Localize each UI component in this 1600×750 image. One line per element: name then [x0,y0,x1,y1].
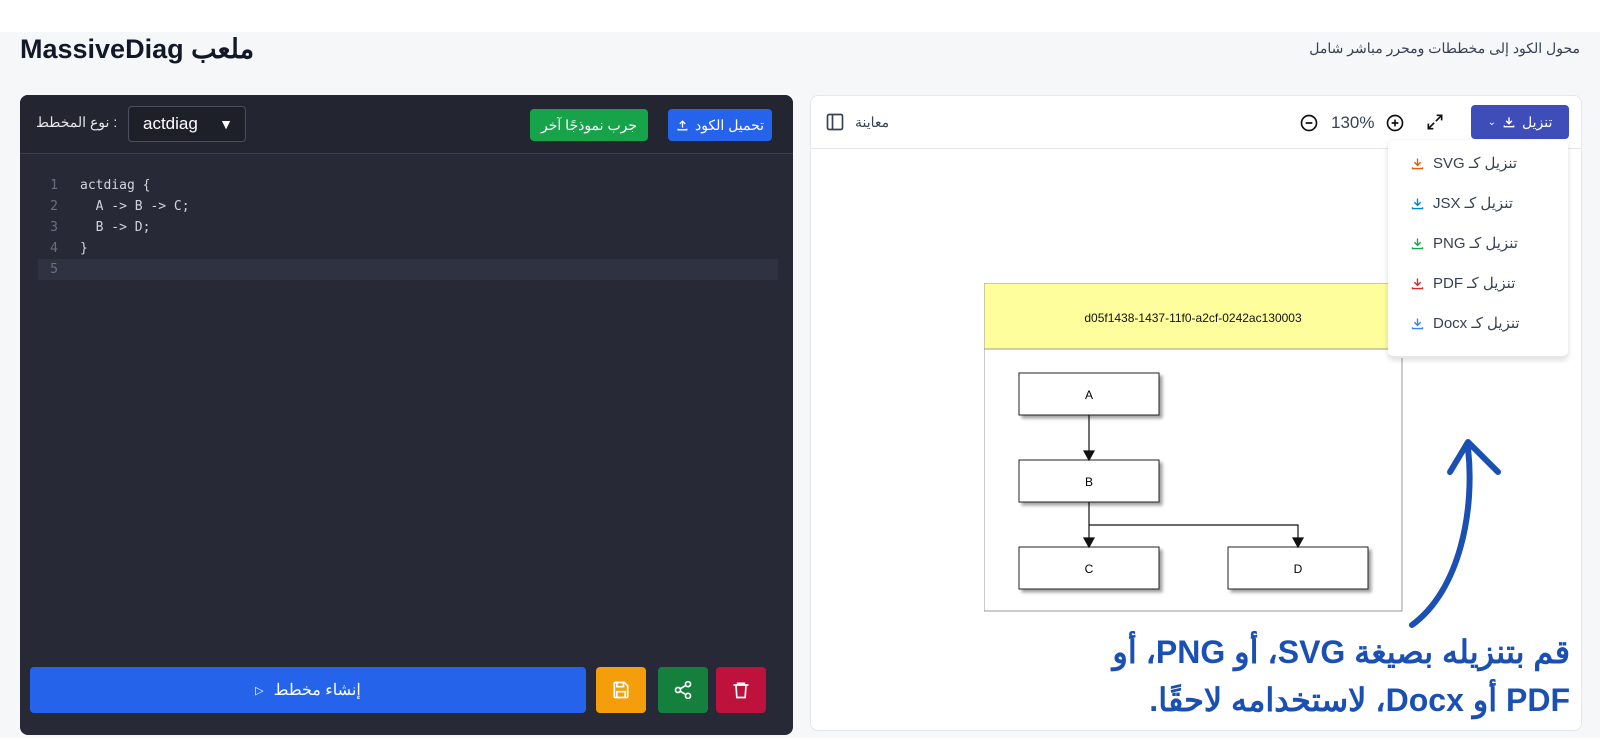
diagram-type-value: actdiag [143,114,198,133]
diagram-node-a: A [1018,372,1160,416]
download-button-label: تنزيل [1522,113,1553,130]
share-icon [674,680,692,700]
annotation-line-1: قم بتنزيله بصيغة SVG، أو PNG، أو [1112,634,1570,670]
zoom-level: 130% [1331,113,1375,132]
generate-diagram-button[interactable]: إنشاء مخطط ▷ [30,667,586,713]
diagram-type-label: : نوع المخطط [36,114,118,130]
save-button[interactable] [596,667,646,713]
download-menu: تنزيل كـ SVG تنزيل كـ JSX تنزيل كـ PNG ت… [1388,140,1568,358]
upload-icon [677,119,688,130]
diagram-node-d: D [1227,546,1369,590]
code-text: actdiag { [80,178,151,193]
code-editor-panel: تحميل الكود جرب نموذجًا آخر actdiag ▼ : … [20,95,793,735]
zoom-out-icon[interactable] [1299,113,1319,133]
app-title: ملعب MassiveDiag [20,34,255,64]
line-number: 2 [50,199,58,214]
editor-toolbar: تحميل الكود جرب نموذجًا آخر actdiag ▼ : … [20,95,793,154]
code-input[interactable]: 1 actdiag { 2 A -> B -> C; 3 B -> D; 4 }… [38,175,778,280]
diagram-node-c: C [1018,546,1160,590]
menu-item-label: تنزيل كـ Docx [1433,315,1520,332]
menu-item-label: تنزيل كـ PDF [1433,275,1516,292]
save-icon [613,681,629,699]
sample-button-label: جرب نموذجًا آخر [541,116,637,133]
diagram-type-select[interactable]: actdiag ▼ [128,106,246,142]
download-icon [1503,117,1515,128]
download-jsx-option[interactable]: تنزيل كـ JSX [1410,194,1513,212]
code-line: 3 B -> D; [38,217,778,238]
code-text: A -> B -> C; [80,199,190,214]
code-text: B -> D; [80,220,151,235]
line-number: 4 [50,241,58,256]
diagram-canvas: d05f1438-1437-11f0-a2cf-0242ac130003 A B… [984,283,1403,612]
chevron-down-icon: ▼ [219,116,233,132]
download-icon [1411,318,1424,329]
code-line: 1 actdiag { [38,175,778,196]
download-icon [1411,238,1424,249]
annotation-text: قم بتنزيله بصيغة SVG، أو PNG، أو PDF أو … [1010,628,1570,724]
chevron-down-icon: ⌄ [1487,116,1497,128]
code-line-active: 5 [38,259,778,280]
download-docx-option[interactable]: تنزيل كـ Docx [1410,314,1520,332]
menu-item-label: تنزيل كـ JSX [1433,195,1513,212]
svg-text:C: C [1085,562,1094,576]
try-another-sample-button[interactable]: جرب نموذجًا آخر [530,109,648,141]
download-icon [1411,158,1424,169]
sidebar-toggle-icon[interactable] [825,112,845,132]
code-line: 4 } [38,238,778,259]
play-icon: ▷ [255,684,264,697]
upload-button-label: تحميل الكود [694,116,765,133]
trash-icon [733,682,749,699]
menu-item-label: تنزيل كـ SVG [1433,155,1518,172]
zoom-in-icon[interactable] [1385,113,1405,133]
download-button[interactable]: تنزيل ⌄ [1471,105,1569,139]
diagram-header-text: d05f1438-1437-11f0-a2cf-0242ac130003 [1084,311,1302,325]
delete-button[interactable] [716,667,766,713]
annotation-line-2: PDF أو Docx، لاستخدامه لاحقًا. [1149,682,1570,718]
fullscreen-icon[interactable] [1425,112,1445,132]
bottom-strip [0,738,1600,750]
download-icon [1411,198,1424,209]
svg-text:B: B [1085,475,1093,489]
download-icon [1411,278,1424,289]
line-number: 3 [50,220,58,235]
share-button[interactable] [658,667,708,713]
download-pdf-option[interactable]: تنزيل كـ PDF [1410,274,1515,292]
annotation-arrow-icon [1409,439,1501,628]
app-subtitle: محول الكود إلى مخططات ومحرر مباشر شامل [1309,40,1580,56]
code-text: } [80,241,88,256]
svg-text:D: D [1294,562,1303,576]
download-svg-option[interactable]: تنزيل كـ SVG [1410,154,1517,172]
generate-button-label: إنشاء مخطط [273,682,361,699]
code-line: 2 A -> B -> C; [38,196,778,217]
download-png-option[interactable]: تنزيل كـ PNG [1410,234,1518,252]
line-number: 5 [50,262,58,277]
line-number: 1 [50,178,58,193]
upload-code-button[interactable]: تحميل الكود [668,109,772,141]
menu-item-label: تنزيل كـ PNG [1433,235,1518,252]
diagram-node-b: B [1018,459,1160,503]
preview-label: معاينة [855,114,890,130]
svg-text:A: A [1085,388,1093,402]
